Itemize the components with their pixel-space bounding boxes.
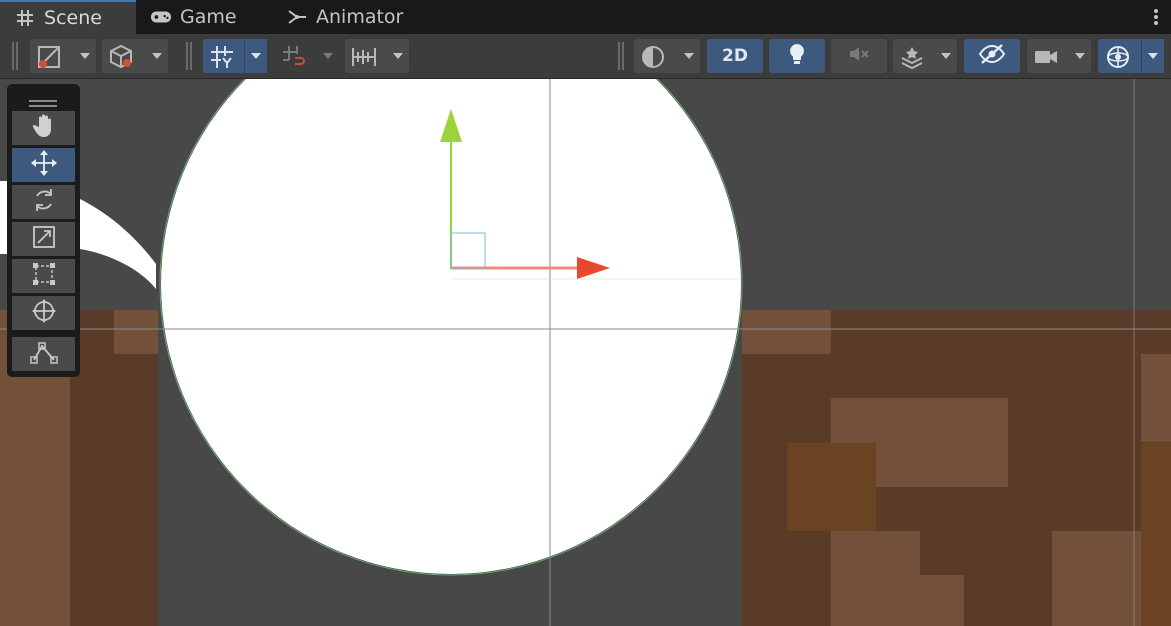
gizmos-dropdown[interactable] (1098, 39, 1164, 73)
gizmos-icon (1104, 43, 1132, 75)
effects-layers-icon (899, 44, 925, 74)
transform-icon (30, 297, 58, 329)
toolbar-grip[interactable] (618, 42, 624, 70)
toolbar-grip[interactable] (186, 42, 192, 70)
increment-snap-dropdown[interactable] (275, 39, 339, 73)
dirt-tile (876, 575, 964, 626)
grid-snap-toggle[interactable] (203, 39, 267, 73)
mode-2d-toggle[interactable]: 2D (707, 39, 763, 73)
camera-icon (1033, 44, 1059, 74)
move-icon (30, 149, 58, 181)
draw-mode-dropdown[interactable] (30, 39, 96, 73)
tool-transform[interactable] (12, 296, 75, 330)
tool-scale[interactable] (12, 222, 75, 256)
chevron-down-icon (317, 39, 339, 73)
tool-custom[interactable] (12, 337, 75, 371)
tool-move[interactable] (12, 148, 75, 182)
tab-bar: Scene Game Animator (0, 0, 1171, 35)
grid-snap-icon (209, 44, 235, 74)
rect-icon (31, 261, 57, 291)
visibility-eye-icon (978, 43, 1006, 69)
grid-hash-icon (14, 7, 36, 29)
scene-toolbar: 2D (0, 34, 1171, 79)
palette-drag-handle[interactable] (29, 93, 57, 107)
chevron-down-icon (387, 39, 409, 73)
gamepad-icon (150, 6, 172, 28)
audio-mute-icon (847, 43, 871, 69)
custom-tool-icon (29, 340, 58, 368)
dirt-tile (742, 310, 831, 354)
lighting-bulb-icon (786, 42, 808, 70)
dirt-tile (1052, 531, 1141, 626)
more-options-icon[interactable] (1153, 8, 1159, 26)
dirt-tile (1141, 354, 1171, 442)
chevron-down-icon (146, 39, 168, 73)
dirt-tile (1141, 443, 1171, 626)
lighting-toggle[interactable] (769, 39, 825, 73)
tool-rotate[interactable] (12, 185, 75, 219)
increment-snap-icon (281, 44, 307, 74)
chevron-down-icon (244, 39, 267, 73)
draw-mode-icon (36, 44, 62, 74)
mode-2d-label: 2D (722, 46, 748, 66)
audio-toggle[interactable] (831, 39, 887, 73)
shading-mode-dropdown[interactable] (102, 39, 168, 73)
ruler-icon (351, 44, 377, 74)
hand-icon (31, 113, 57, 143)
chevron-down-icon (1069, 39, 1091, 73)
scene-visibility-toggle[interactable] (964, 39, 1020, 73)
tool-rect[interactable] (12, 259, 75, 293)
dirt-tile (787, 443, 876, 531)
tab-animator[interactable]: Animator (272, 0, 422, 34)
chevron-down-icon (74, 39, 96, 73)
tool-hand[interactable] (12, 111, 75, 145)
tab-game[interactable]: Game (136, 0, 266, 34)
scene-viewport[interactable] (0, 79, 1171, 626)
scale-icon (31, 224, 57, 254)
camera-dropdown[interactable] (1027, 39, 1091, 73)
tool-palette (7, 84, 80, 377)
effects-dropdown[interactable] (893, 39, 957, 73)
tab-label: Game (180, 6, 237, 28)
render-mode-dropdown[interactable] (634, 39, 700, 73)
render-sphere-icon (640, 44, 666, 74)
animator-icon (286, 6, 308, 28)
chevron-down-icon (935, 39, 957, 73)
chevron-down-icon (678, 39, 700, 73)
chevron-down-icon (1141, 39, 1164, 73)
dirt-tile (114, 310, 158, 354)
scene-canvas (0, 79, 1171, 626)
rotate-icon (31, 187, 57, 217)
tab-label: Scene (44, 7, 102, 29)
tab-label: Animator (316, 6, 404, 28)
toolbar-grip[interactable] (12, 42, 18, 70)
ruler-dropdown[interactable] (345, 39, 409, 73)
shading-cube-icon (108, 44, 134, 74)
unity-scene-window: Scene Game Animator 2D (0, 0, 1171, 626)
tab-scene[interactable]: Scene (0, 0, 136, 34)
